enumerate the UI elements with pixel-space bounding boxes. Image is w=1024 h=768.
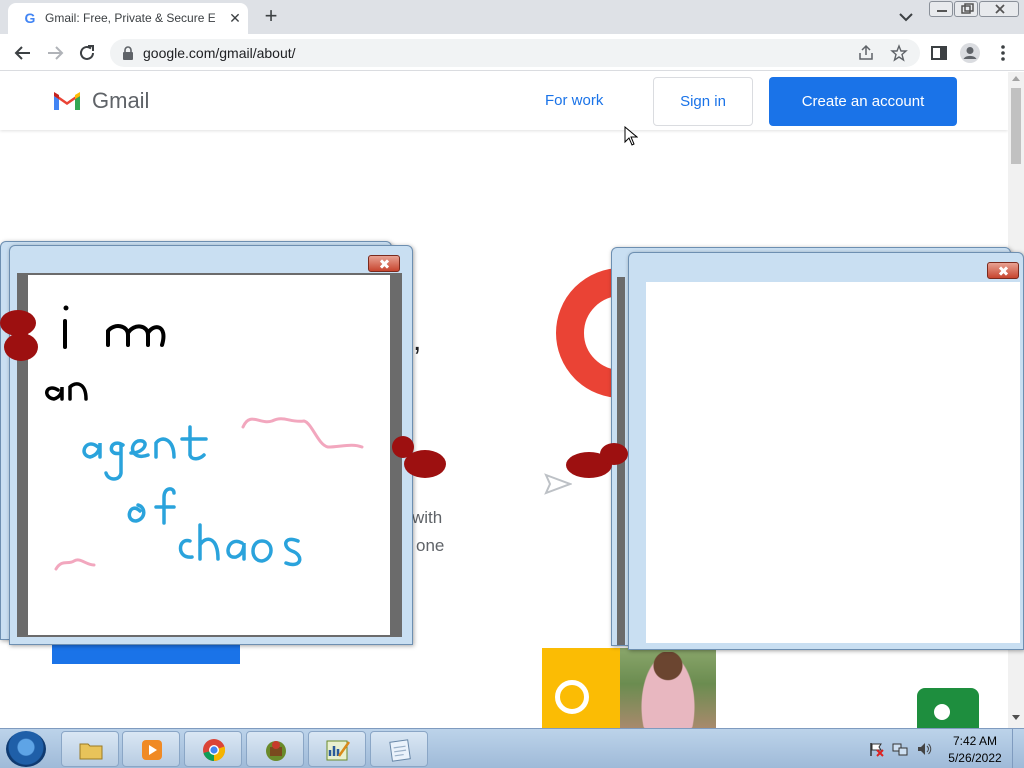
scroll-down-arrow-icon[interactable] [1012,715,1020,720]
mouse-cursor-icon [624,126,638,146]
send-icon [544,473,572,495]
handwriting-drawing [45,305,364,571]
url-text: google.com/gmail/about/ [143,45,296,61]
notepad-icon [389,739,411,762]
start-button-icon[interactable] [6,731,46,767]
browser-tab[interactable]: G Gmail: Free, Private & Secure Em ✕ [8,3,248,34]
sign-in-button[interactable]: Sign in [653,77,753,126]
drawing-canvas[interactable] [646,282,1020,643]
scroll-up-arrow-icon[interactable] [1012,76,1020,81]
media-player-icon [142,740,162,760]
taskbar-app-notepad[interactable] [370,731,428,767]
child-photo [640,652,696,728]
folder-icon [79,743,103,760]
profile-avatar-icon[interactable] [959,42,981,64]
taskbar-app-chrome[interactable] [184,731,242,767]
action-center-flag-icon[interactable] [868,741,884,757]
bookmark-star-icon[interactable] [890,44,908,62]
volume-icon[interactable] [916,741,932,757]
back-arrow-icon[interactable] [12,42,34,64]
reload-icon[interactable] [76,42,98,64]
paint-smudge [404,450,446,478]
partial-create-account-button[interactable] [52,644,240,664]
new-tab-button[interactable]: + [260,5,282,28]
paint-smudge [0,310,36,336]
window-close-button[interactable] [979,1,1019,17]
tab-search-chevron-icon[interactable] [896,8,916,26]
google-favicon-icon: G [24,10,36,26]
drawing-canvas[interactable] [28,275,390,635]
clock-time[interactable]: 7:42 AM [950,734,1000,748]
for-work-link[interactable]: For work [545,92,603,109]
side-panel-icon[interactable] [928,42,950,64]
address-bar[interactable]: google.com/gmail/about/ [110,39,920,67]
scroll-thumb[interactable] [1011,88,1021,164]
gmail-header: Gmail For work Sign in Create an account [0,72,1008,130]
window-close-icon[interactable] [987,262,1019,279]
tab-title: Gmail: Free, Private & Secure Em [45,11,215,25]
paint-smudge [600,443,628,465]
tab-strip: G Gmail: Free, Private & Secure Em ✕ + [0,0,1024,34]
browser-toolbar: google.com/gmail/about/ [0,34,1024,71]
window-close-icon[interactable] [368,255,400,272]
headline-fragment: , [413,324,422,357]
taskbar: 7:42 AM 5/26/2022 [0,728,1024,768]
lock-icon[interactable] [122,46,134,60]
body-text-fragment: one [416,536,445,555]
create-account-button[interactable]: Create an account [769,77,957,126]
taskbar-app-game[interactable] [246,731,304,767]
game-icon [266,741,286,761]
body-text-fragment: with [412,508,443,527]
window-restore-button[interactable] [954,1,978,17]
taskbar-app-chart-editor[interactable] [308,731,366,767]
photo-illustration [620,648,716,728]
forward-arrow-icon[interactable] [44,42,66,64]
meet-illustration-dot [934,704,950,720]
paint-window[interactable] [617,252,1024,650]
taskbar-app-file-explorer[interactable] [61,731,119,767]
paint-window[interactable] [9,245,413,645]
browser-menu-icon[interactable] [992,42,1014,64]
taskbar-app-media-player[interactable] [122,731,180,767]
show-desktop-button[interactable] [1012,729,1024,768]
chart-editor-icon [326,740,351,761]
window-minimize-button[interactable] [929,1,953,17]
gmail-logo-icon[interactable] [52,90,82,112]
search-lens-icon [555,680,589,714]
clock-date[interactable]: 5/26/2022 [946,751,1004,765]
share-icon[interactable] [857,44,875,62]
chrome-icon [203,739,226,762]
network-icon[interactable] [892,741,908,757]
gmail-brand-text[interactable]: Gmail [92,88,149,114]
tab-close-icon[interactable]: ✕ [226,9,244,27]
paint-smudge [4,333,38,361]
